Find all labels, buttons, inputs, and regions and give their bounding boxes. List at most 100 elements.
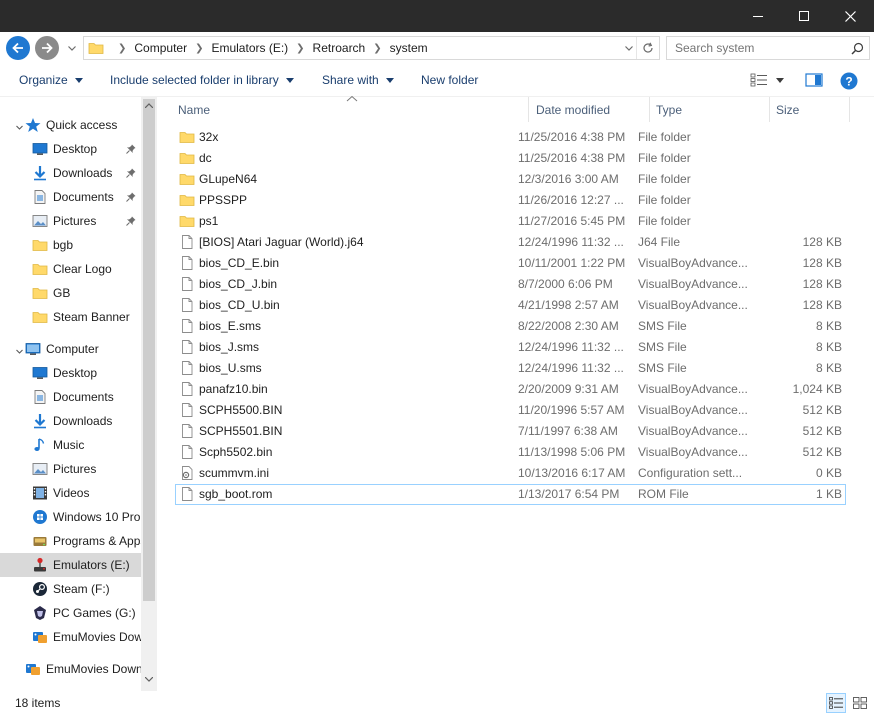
forward-button[interactable] (35, 36, 59, 60)
pin-icon[interactable] (126, 216, 136, 226)
file-row[interactable]: sgb_boot.rom 1/13/2017 6:54 PM ROM File 1 K… (175, 484, 846, 505)
column-header-type[interactable]: Type (650, 97, 770, 122)
nav-computer-item[interactable]: Windows 10 Pro (0, 505, 141, 529)
change-view-button[interactable] (750, 72, 786, 91)
search-box[interactable] (666, 36, 870, 60)
nav-computer-item[interactable]: Steam (F:) (0, 577, 141, 601)
title-bar (0, 0, 874, 32)
file-row[interactable]: SCPH5501.BIN 7/11/1997 6:38 AM VisualBoyAd… (175, 421, 846, 442)
scroll-down-icon[interactable] (145, 677, 153, 682)
file-name: sgb_boot.rom (199, 487, 273, 501)
breadcrumb-computer[interactable]: Computer (134, 41, 187, 55)
file-row[interactable]: PPSSPP 11/26/2016 12:27 ... File folder (175, 190, 846, 211)
breadcrumb-system[interactable]: system (390, 41, 428, 55)
column-header-date[interactable]: Date modified (529, 97, 650, 122)
preview-pane-button[interactable] (805, 72, 823, 91)
nav-quick-item[interactable]: Clear Logo (0, 257, 141, 281)
file-row[interactable]: bios_CD_E.bin 10/11/2001 1:22 PM VisualBoy… (175, 253, 846, 274)
nav-quick-item[interactable]: Steam Banner (0, 305, 141, 329)
breadcrumb-retroarch[interactable]: Retroarch (313, 41, 366, 55)
file-row[interactable]: bios_CD_J.bin 8/7/2000 6:06 PM VisualBoyAd… (175, 274, 846, 295)
file-type: VisualBoyAdvance... (638, 424, 748, 438)
file-name: bios_CD_U.bin (199, 298, 280, 312)
column-size-label: Size (776, 102, 800, 117)
nav-computer-item[interactable]: Programs & Apps (0, 529, 141, 553)
breadcrumb-emulators[interactable]: Emulators (E:) (211, 41, 288, 55)
details-view-button[interactable] (826, 693, 846, 713)
chevron-right-icon[interactable]: ❯ (373, 43, 381, 54)
maximize-button[interactable] (781, 0, 827, 32)
column-header-name[interactable]: Name (157, 97, 529, 122)
minimize-button[interactable] (735, 0, 781, 32)
nav-quick-item[interactable]: GB (0, 281, 141, 305)
file-date-modified: 2/20/2009 9:31 AM (518, 382, 619, 396)
expand-chevron-icon[interactable] (15, 121, 24, 135)
music-icon (32, 437, 48, 453)
file-row[interactable]: panafz10.bin 2/20/2009 9:31 AM VisualBoyAd… (175, 379, 846, 400)
share-with-button[interactable]: Share with (322, 73, 394, 87)
help-button[interactable]: ? (840, 72, 858, 93)
nav-computer-item[interactable]: Documents (0, 385, 141, 409)
nav-computer-item[interactable]: Videos (0, 481, 141, 505)
file-size: 128 KB (802, 256, 842, 270)
recent-locations-button[interactable] (66, 42, 78, 54)
file-name: dc (199, 151, 212, 165)
nav-quick-item[interactable]: bgb (0, 233, 141, 257)
nav-computer-item[interactable]: PC Games (G:) (0, 601, 141, 625)
file-row[interactable]: bios_J.sms 12/24/1996 11:32 ... SMS File 8 … (175, 337, 846, 358)
scroll-up-icon[interactable] (145, 103, 153, 108)
nav-computer-item[interactable]: EmuMovies Dow (0, 625, 141, 649)
search-icon[interactable] (851, 42, 864, 58)
include-in-library-button[interactable]: Include selected folder in library (110, 73, 294, 87)
expand-chevron-icon[interactable] (15, 345, 24, 359)
file-row[interactable]: bios_CD_U.bin 4/21/1998 2:57 AM VisualBoyA… (175, 295, 846, 316)
file-row[interactable]: scummvm.ini 10/13/2016 6:17 AM Configurati… (175, 463, 846, 484)
nav-computer-item[interactable]: Pictures (0, 457, 141, 481)
file-row[interactable]: dc 11/25/2016 4:38 PM File folder (175, 148, 846, 169)
refresh-button[interactable] (636, 37, 658, 59)
pin-icon[interactable] (126, 168, 136, 178)
organize-button[interactable]: Organize (19, 73, 83, 87)
pin-icon[interactable] (126, 144, 136, 154)
close-button[interactable] (827, 0, 873, 32)
file-date-modified: 11/25/2016 4:38 PM (518, 151, 626, 165)
column-header-size[interactable]: Size (770, 97, 850, 122)
file-row[interactable]: GLupeN64 12/3/2016 3:00 AM File folder (175, 169, 846, 190)
large-icons-view-button[interactable] (850, 693, 870, 713)
chevron-right-icon[interactable]: ❯ (195, 43, 203, 54)
file-row[interactable]: SCPH5500.BIN 11/20/1996 5:57 AM VisualBoyA… (175, 400, 846, 421)
nav-quick-item[interactable]: Desktop (0, 137, 141, 161)
caret-down-icon (74, 77, 83, 83)
nav-computer-item[interactable]: Desktop (0, 361, 141, 385)
nav-computer-item[interactable]: Downloads (0, 409, 141, 433)
file-row[interactable]: bios_U.sms 12/24/1996 11:32 ... SMS File 8 … (175, 358, 846, 379)
column-name-label: Name (178, 102, 211, 117)
address-bar[interactable]: ❯ Computer ❯ Emulators (E:) ❯ Retroarch … (83, 36, 660, 60)
nav-quick-item[interactable]: Documents (0, 185, 141, 209)
pin-icon[interactable] (126, 192, 136, 202)
file-name: panafz10.bin (199, 382, 268, 396)
new-folder-button[interactable]: New folder (421, 73, 478, 87)
nav-quick-item[interactable]: Downloads (0, 161, 141, 185)
nav-item-label: Music (53, 438, 85, 452)
file-row[interactable]: [BIOS] Atari Jaguar (World).j64 12/24/199… (175, 232, 846, 253)
nav-network-location[interactable]: EmuMovies Down (0, 657, 141, 681)
file-name: bios_CD_E.bin (199, 256, 280, 270)
nav-computer[interactable]: Computer (0, 337, 141, 361)
nav-quick-item[interactable]: Pictures (0, 209, 141, 233)
back-button[interactable] (6, 36, 30, 60)
nav-quick-access[interactable]: Quick access (0, 113, 141, 137)
file-row[interactable]: 32x 11/25/2016 4:38 PM File folder (175, 127, 846, 148)
file-row[interactable]: Scph5502.bin 11/13/1998 5:06 PM VisualBoyA… (175, 442, 846, 463)
details-view-icon (829, 697, 843, 709)
chevron-right-icon[interactable]: ❯ (296, 43, 304, 54)
large-icons-view-icon (853, 697, 867, 709)
nav-computer-item[interactable]: Music (0, 433, 141, 457)
nav-scrollbar[interactable] (141, 97, 157, 691)
nav-computer-item[interactable]: Emulators (E:) (0, 553, 141, 577)
file-row[interactable]: bios_E.sms 8/22/2008 2:30 AM SMS File 8 KB (175, 316, 846, 337)
nav-scrollbar-thumb[interactable] (143, 99, 155, 601)
search-input[interactable] (675, 41, 845, 55)
address-history-button[interactable] (623, 42, 635, 54)
file-row[interactable]: ps1 11/27/2016 5:45 PM File folder (175, 211, 846, 232)
